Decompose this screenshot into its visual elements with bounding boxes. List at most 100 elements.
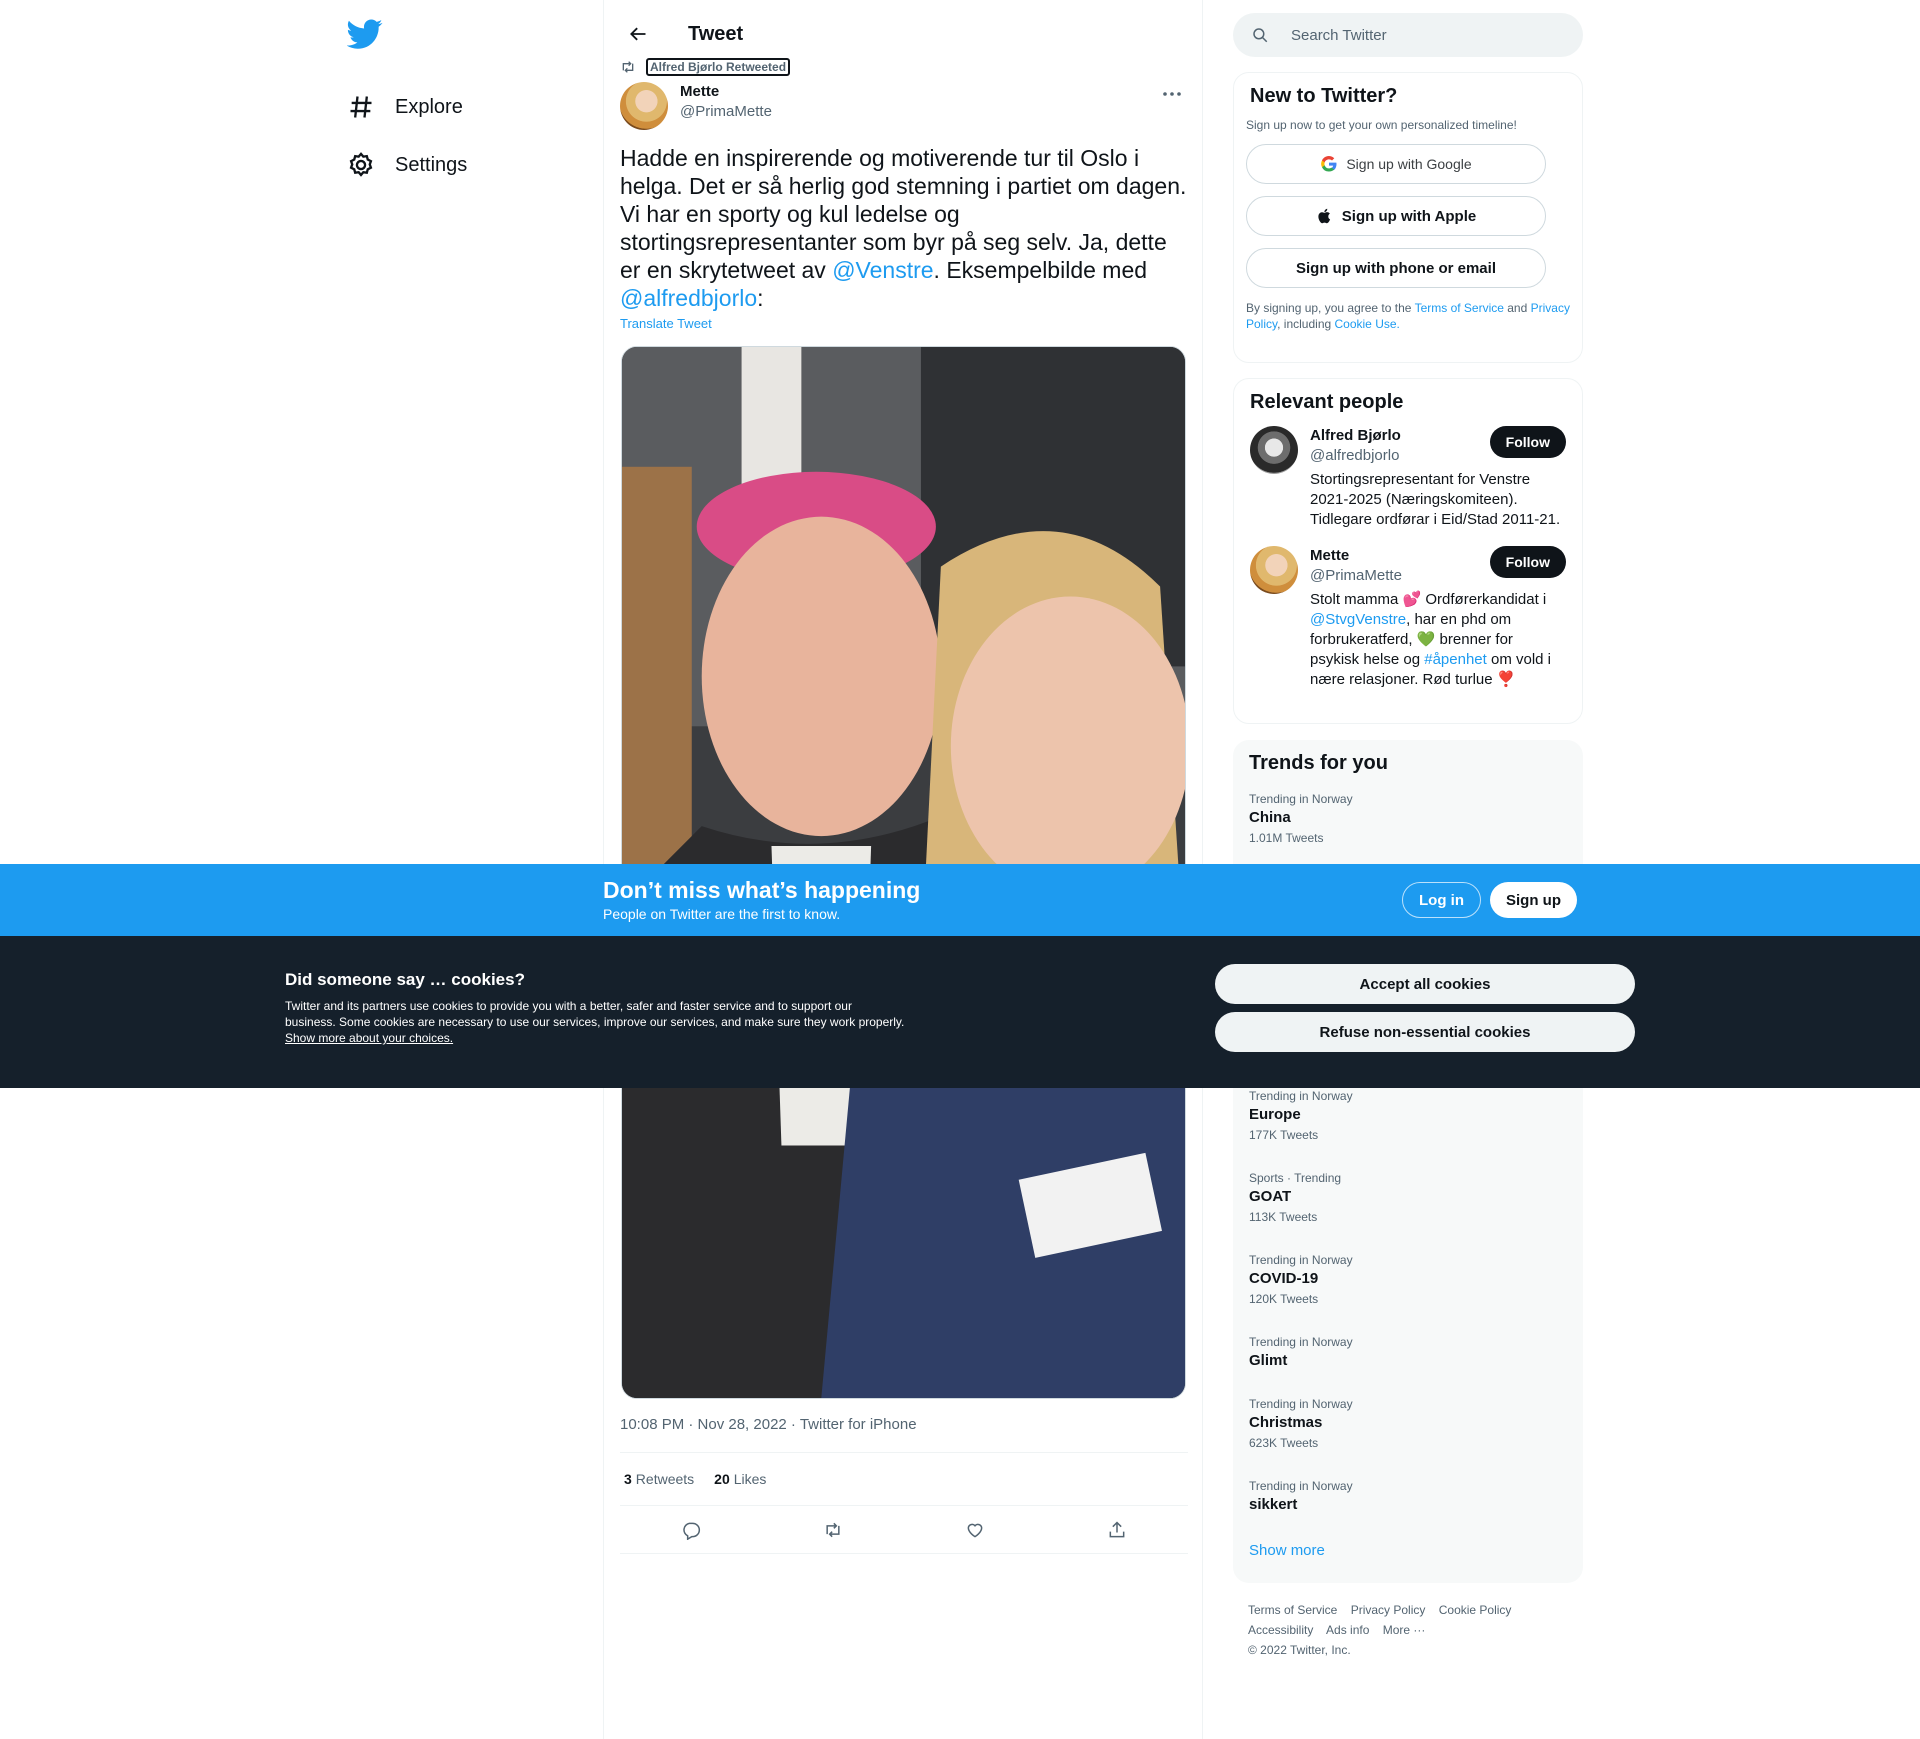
back-arrow-icon (630, 27, 646, 41)
twitter-logo-icon[interactable] (347, 16, 383, 52)
avatar[interactable] (1250, 546, 1298, 594)
signup-card: New to Twitter? Sign up now to get your … (1233, 72, 1583, 363)
banner-subtitle: People on Twitter are the first to know. (603, 906, 841, 922)
trend-item[interactable]: Trending in Norway Christmas 623K Tweets (1249, 1396, 1567, 1478)
trend-context: Sports · Trending (1249, 1171, 1342, 1185)
like-icon (967, 1523, 983, 1538)
footer-cookie-link[interactable]: Cookie Policy (1439, 1603, 1512, 1617)
person-alfred[interactable]: Alfred Bjørlo @alfredbjorlo Follow Stort… (1250, 426, 1566, 530)
hashtag-icon (350, 96, 372, 118)
footer-more-button[interactable]: More ··· (1383, 1623, 1426, 1637)
tweet-actions (620, 1506, 1188, 1554)
footer-ads-link[interactable]: Ads info (1326, 1623, 1369, 1637)
signup-button[interactable]: Sign up (1490, 882, 1577, 918)
person-mette[interactable]: Mette @PrimaMette Follow Stolt mamma 💕 O… (1250, 546, 1566, 690)
trend-item[interactable]: Trending in Norway Europe 177K Tweets (1249, 1088, 1567, 1170)
trend-count: 120K Tweets (1249, 1292, 1319, 1306)
search-input[interactable] (1291, 26, 1551, 44)
relevant-people-card: Relevant people Alfred Bjørlo @alfredbjo… (1233, 378, 1583, 724)
show-more-trends-link[interactable]: Show more (1249, 1542, 1325, 1559)
share-button[interactable] (1099, 1512, 1135, 1548)
cookie-choices-link[interactable]: Show more about your choices. (285, 1031, 453, 1045)
retweet-context: Alfred Bjørlo Retweeted (620, 58, 791, 76)
footer-accessibility-link[interactable]: Accessibility (1248, 1623, 1313, 1637)
trend-topic: COVID-19 (1249, 1270, 1319, 1287)
signup-phone-email-button[interactable]: Sign up with phone or email (1246, 248, 1546, 288)
signup-terms: By signing up, you agree to the Terms of… (1246, 300, 1570, 332)
bio-mention-link[interactable]: @StvgVenstre (1310, 611, 1406, 628)
more-options-button[interactable] (1156, 82, 1188, 106)
trend-item[interactable]: Trending in Norway Glimt (1249, 1334, 1567, 1396)
cookie-title: Did someone say … cookies? (285, 970, 525, 989)
reply-button[interactable] (673, 1512, 709, 1548)
person-name[interactable]: Alfred Bjørlo (1310, 426, 1401, 446)
trend-topic: China (1249, 809, 1291, 826)
follow-button[interactable]: Follow (1489, 426, 1566, 458)
trend-context: Trending in Norway (1249, 1397, 1353, 1411)
tweet-author: Mette @PrimaMette (620, 82, 1188, 130)
tweet-text: Hadde en inspirerende og motiverende tur… (620, 144, 1188, 312)
signup-card-subtitle: Sign up now to get your own personalized… (1246, 118, 1517, 132)
google-icon (1321, 155, 1337, 172)
page-title: Tweet (688, 22, 744, 45)
trend-item[interactable]: Trending in Norway China 1.01M Tweets (1249, 791, 1567, 873)
person-handle[interactable]: @alfredbjorlo (1310, 446, 1401, 466)
cookie-body: Twitter and its partners use cookies to … (285, 999, 905, 1029)
cookie-use-link[interactable]: Cookie Use. (1335, 317, 1400, 331)
trend-context: Trending in Norway (1249, 792, 1353, 806)
follow-button[interactable]: Follow (1489, 546, 1566, 578)
retweets-label: Retweets (635, 1471, 695, 1487)
retweeted-by-link[interactable]: Alfred Bjørlo Retweeted (646, 58, 791, 76)
back-button[interactable] (620, 16, 656, 52)
trend-count: 1.01M Tweets (1249, 831, 1324, 845)
trend-item[interactable]: Sports · Trending GOAT 113K Tweets (1249, 1170, 1567, 1252)
footer-tos-link[interactable]: Terms of Service (1248, 1603, 1337, 1617)
mention-venstre[interactable]: @Venstre (832, 257, 933, 283)
tweet-timestamp[interactable]: 10:08 PM · Nov 28, 2022 · Twitter for iP… (620, 1416, 917, 1433)
signup-apple-button[interactable]: Sign up with Apple (1246, 196, 1546, 236)
signup-google-button[interactable]: Sign up with Google (1246, 144, 1546, 184)
trend-count: 177K Tweets (1249, 1128, 1319, 1142)
trend-count: 113K Tweets (1249, 1210, 1318, 1224)
trends-title: Trends for you (1249, 752, 1388, 774)
likes-stat[interactable]: 20 Likes (714, 1471, 766, 1487)
trends-list: Trending in Norway Europe 177K Tweets Sp… (1233, 1088, 1583, 1540)
footer-copyright: © 2022 Twitter, Inc. (1248, 1643, 1351, 1657)
more-icon (1163, 92, 1181, 96)
author-name[interactable]: Mette (680, 82, 772, 102)
cookie-text: Twitter and its partners use cookies to … (285, 998, 905, 1046)
terms-of-service-link[interactable]: Terms of Service (1415, 301, 1504, 315)
trend-count: 623K Tweets (1249, 1436, 1319, 1450)
signup-google-label: Sign up with Google (1346, 156, 1472, 172)
translate-tweet-link[interactable]: Translate Tweet (620, 316, 712, 331)
search-box[interactable] (1233, 13, 1583, 57)
banner-title: Don’t miss what’s happening (603, 877, 921, 903)
trend-topic: Europe (1249, 1106, 1301, 1123)
nav-explore-label: Explore (395, 95, 463, 118)
avatar[interactable] (620, 82, 668, 130)
retweets-stat[interactable]: 3 Retweets (624, 1471, 694, 1487)
bio-text: Stolt mamma 💕 Ordførerkandidat i (1310, 591, 1547, 608)
footer-privacy-link[interactable]: Privacy Policy (1351, 1603, 1426, 1617)
reply-icon (683, 1522, 701, 1540)
person-name[interactable]: Mette (1310, 546, 1402, 566)
bio-hashtag-link[interactable]: #åpenhet (1424, 651, 1487, 668)
login-button[interactable]: Log in (1402, 882, 1481, 918)
avatar[interactable] (1250, 426, 1298, 474)
person-handle[interactable]: @PrimaMette (1310, 566, 1402, 586)
accept-cookies-button[interactable]: Accept all cookies (1215, 964, 1635, 1004)
trend-item[interactable]: Trending in Norway sikkert (1249, 1478, 1567, 1540)
refuse-cookies-button[interactable]: Refuse non-essential cookies (1215, 1012, 1635, 1052)
signup-phone-label: Sign up with phone or email (1295, 259, 1496, 277)
nav-settings-label: Settings (395, 153, 468, 176)
like-button[interactable] (957, 1512, 993, 1548)
retweet-button[interactable] (815, 1512, 851, 1548)
trend-item[interactable]: Trending in Norway COVID-19 120K Tweets (1249, 1252, 1567, 1334)
author-handle[interactable]: @PrimaMette (680, 102, 772, 122)
mention-alfredbjorlo[interactable]: @alfredbjorlo (620, 285, 757, 311)
nav-explore[interactable]: Explore (347, 82, 587, 132)
nav-settings[interactable]: Settings (347, 140, 587, 190)
tweet-text-part: : (757, 285, 764, 311)
trend-topic: Christmas (1249, 1414, 1323, 1431)
share-icon (1109, 1520, 1125, 1537)
